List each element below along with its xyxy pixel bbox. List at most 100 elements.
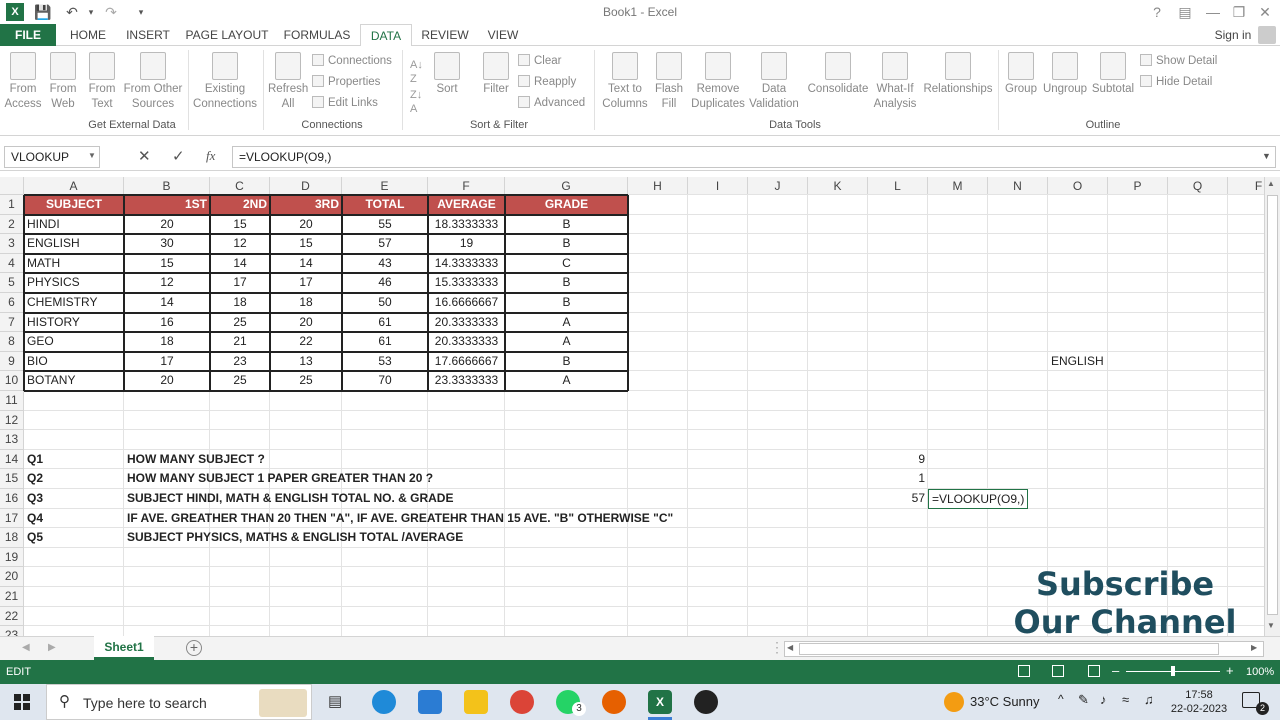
table-cell[interactable]: 70 xyxy=(342,371,428,391)
chrome-icon[interactable] xyxy=(510,690,534,714)
windows-start-icon[interactable] xyxy=(14,694,30,710)
question-text[interactable]: HOW MANY SUBJECT ? xyxy=(124,450,744,470)
table-cell[interactable]: 17.6666667 xyxy=(428,352,505,372)
table-cell[interactable]: 21 xyxy=(210,332,270,352)
column-header[interactable]: A xyxy=(24,177,124,195)
page-layout-view-icon[interactable] xyxy=(1052,665,1064,677)
table-cell[interactable]: A xyxy=(505,313,628,333)
hide-detail-button[interactable]: Hide Detail xyxy=(1140,73,1212,91)
flash-fill-button[interactable]: Flash Fill xyxy=(652,52,686,112)
row-header[interactable]: 19 xyxy=(0,547,24,568)
table-cell[interactable]: 18 xyxy=(210,293,270,313)
scroll-down-icon[interactable]: ▼ xyxy=(1267,621,1275,630)
sort-button[interactable]: Sort xyxy=(430,52,464,97)
table-cell[interactable]: 23.3333333 xyxy=(428,371,505,391)
column-header[interactable]: F xyxy=(428,177,505,195)
group-button[interactable]: Group xyxy=(1002,52,1040,97)
from-text-button[interactable]: From Text xyxy=(84,52,120,112)
column-header[interactable]: P xyxy=(1108,177,1168,195)
table-cell[interactable]: 16 xyxy=(124,313,210,333)
table-cell[interactable]: 19 xyxy=(428,234,505,254)
existing-connections-button[interactable]: Existing Connections xyxy=(192,52,258,112)
column-header[interactable]: B xyxy=(124,177,210,195)
table-cell[interactable]: 43 xyxy=(342,254,428,274)
row-header[interactable]: 22 xyxy=(0,606,24,627)
zoom-in-icon[interactable]: + xyxy=(1226,663,1234,678)
table-cell[interactable]: 46 xyxy=(342,273,428,293)
question-id[interactable]: Q1 xyxy=(24,450,124,470)
mail-icon[interactable] xyxy=(418,690,442,714)
table-cell[interactable]: 30 xyxy=(124,234,210,254)
filter-button[interactable]: Filter xyxy=(478,52,514,97)
table-cell[interactable]: B xyxy=(505,293,628,313)
relationships-button[interactable]: Relationships xyxy=(922,52,994,97)
table-cell[interactable]: 15.3333333 xyxy=(428,273,505,293)
firefox-icon[interactable] xyxy=(602,690,626,714)
restore-icon[interactable]: ❐ xyxy=(1230,2,1248,22)
table-cell[interactable]: B xyxy=(505,234,628,254)
next-sheet-icon[interactable]: ▶ xyxy=(48,642,56,653)
tab-data[interactable]: DATA xyxy=(360,24,412,47)
scroll-up-icon[interactable]: ▲ xyxy=(1267,179,1275,188)
table-cell[interactable]: 50 xyxy=(342,293,428,313)
answer-cell[interactable]: 1 xyxy=(868,469,928,489)
question-text[interactable]: IF AVE. GREATHER THAN 20 THEN "A", IF AV… xyxy=(124,509,744,529)
select-all-corner[interactable] xyxy=(0,177,24,195)
row-header[interactable]: 15 xyxy=(0,469,24,489)
sort-az-icon[interactable]: A↓ Z xyxy=(410,58,423,86)
column-header[interactable]: J xyxy=(748,177,808,195)
table-cell[interactable]: 17 xyxy=(124,352,210,372)
weather-text[interactable]: 33°C Sunny xyxy=(970,694,1040,709)
clear-button[interactable]: Clear xyxy=(518,52,561,70)
row-header[interactable]: 11 xyxy=(0,391,24,411)
help-button[interactable]: ? xyxy=(1150,2,1164,22)
page-break-view-icon[interactable] xyxy=(1088,665,1100,677)
column-header[interactable]: I xyxy=(688,177,748,195)
table-header-cell[interactable]: AVERAGE xyxy=(428,195,505,215)
file-explorer-icon[interactable] xyxy=(464,690,488,714)
column-header[interactable]: K xyxy=(808,177,868,195)
table-cell[interactable]: CHEMISTRY xyxy=(24,293,124,313)
pen-icon[interactable]: ✎ xyxy=(1078,692,1089,708)
cell-o9[interactable]: ENGLISH xyxy=(1048,352,1128,372)
table-cell[interactable]: PHYSICS xyxy=(24,273,124,293)
row-header[interactable]: 1 xyxy=(0,195,24,215)
row-header[interactable]: 10 xyxy=(0,371,24,391)
row-header[interactable]: 2 xyxy=(0,214,24,235)
show-detail-button[interactable]: Show Detail xyxy=(1140,52,1217,70)
table-cell[interactable]: 14 xyxy=(210,254,270,274)
volume-icon[interactable]: ♫ xyxy=(1144,692,1154,707)
refresh-all-button[interactable]: Refresh All xyxy=(268,52,308,112)
row-header[interactable]: 23 xyxy=(0,626,24,636)
name-box-dropdown-icon[interactable]: ▼ xyxy=(88,151,96,160)
table-cell[interactable]: 23 xyxy=(210,352,270,372)
table-header-cell[interactable]: GRADE xyxy=(505,195,628,215)
question-id[interactable]: Q3 xyxy=(24,489,124,509)
row-header[interactable]: 5 xyxy=(0,273,24,293)
table-header-cell[interactable]: TOTAL xyxy=(342,195,428,215)
row-header[interactable]: 20 xyxy=(0,567,24,587)
from-web-button[interactable]: From Web xyxy=(44,52,82,112)
table-cell[interactable]: BOTANY xyxy=(24,371,124,391)
ribbon-display-icon[interactable]: ▤ xyxy=(1176,2,1194,22)
from-access-button[interactable]: From Access xyxy=(4,52,42,112)
table-cell[interactable]: 12 xyxy=(210,234,270,254)
app-icon[interactable] xyxy=(694,690,718,714)
row-header[interactable]: 17 xyxy=(0,508,24,529)
column-header[interactable]: M xyxy=(928,177,988,195)
column-header[interactable]: C xyxy=(210,177,270,195)
properties-button[interactable]: Properties xyxy=(312,73,380,91)
question-id[interactable]: Q2 xyxy=(24,469,124,489)
table-cell[interactable]: 25 xyxy=(210,313,270,333)
table-cell[interactable]: 15 xyxy=(124,254,210,274)
vertical-scrollbar[interactable]: ▲ ▼ xyxy=(1264,177,1280,636)
table-cell[interactable]: BIO xyxy=(24,352,124,372)
formula-input[interactable]: =VLOOKUP(O9,) xyxy=(232,146,1276,168)
tab-formulas[interactable]: FORMULAS xyxy=(282,24,352,46)
column-header[interactable]: D xyxy=(270,177,342,195)
user-avatar-icon[interactable] xyxy=(1258,26,1276,44)
column-header[interactable]: L xyxy=(868,177,928,195)
table-cell[interactable]: B xyxy=(505,352,628,372)
scroll-right-icon[interactable]: ▶ xyxy=(1251,643,1257,652)
table-cell[interactable]: HISTORY xyxy=(24,313,124,333)
